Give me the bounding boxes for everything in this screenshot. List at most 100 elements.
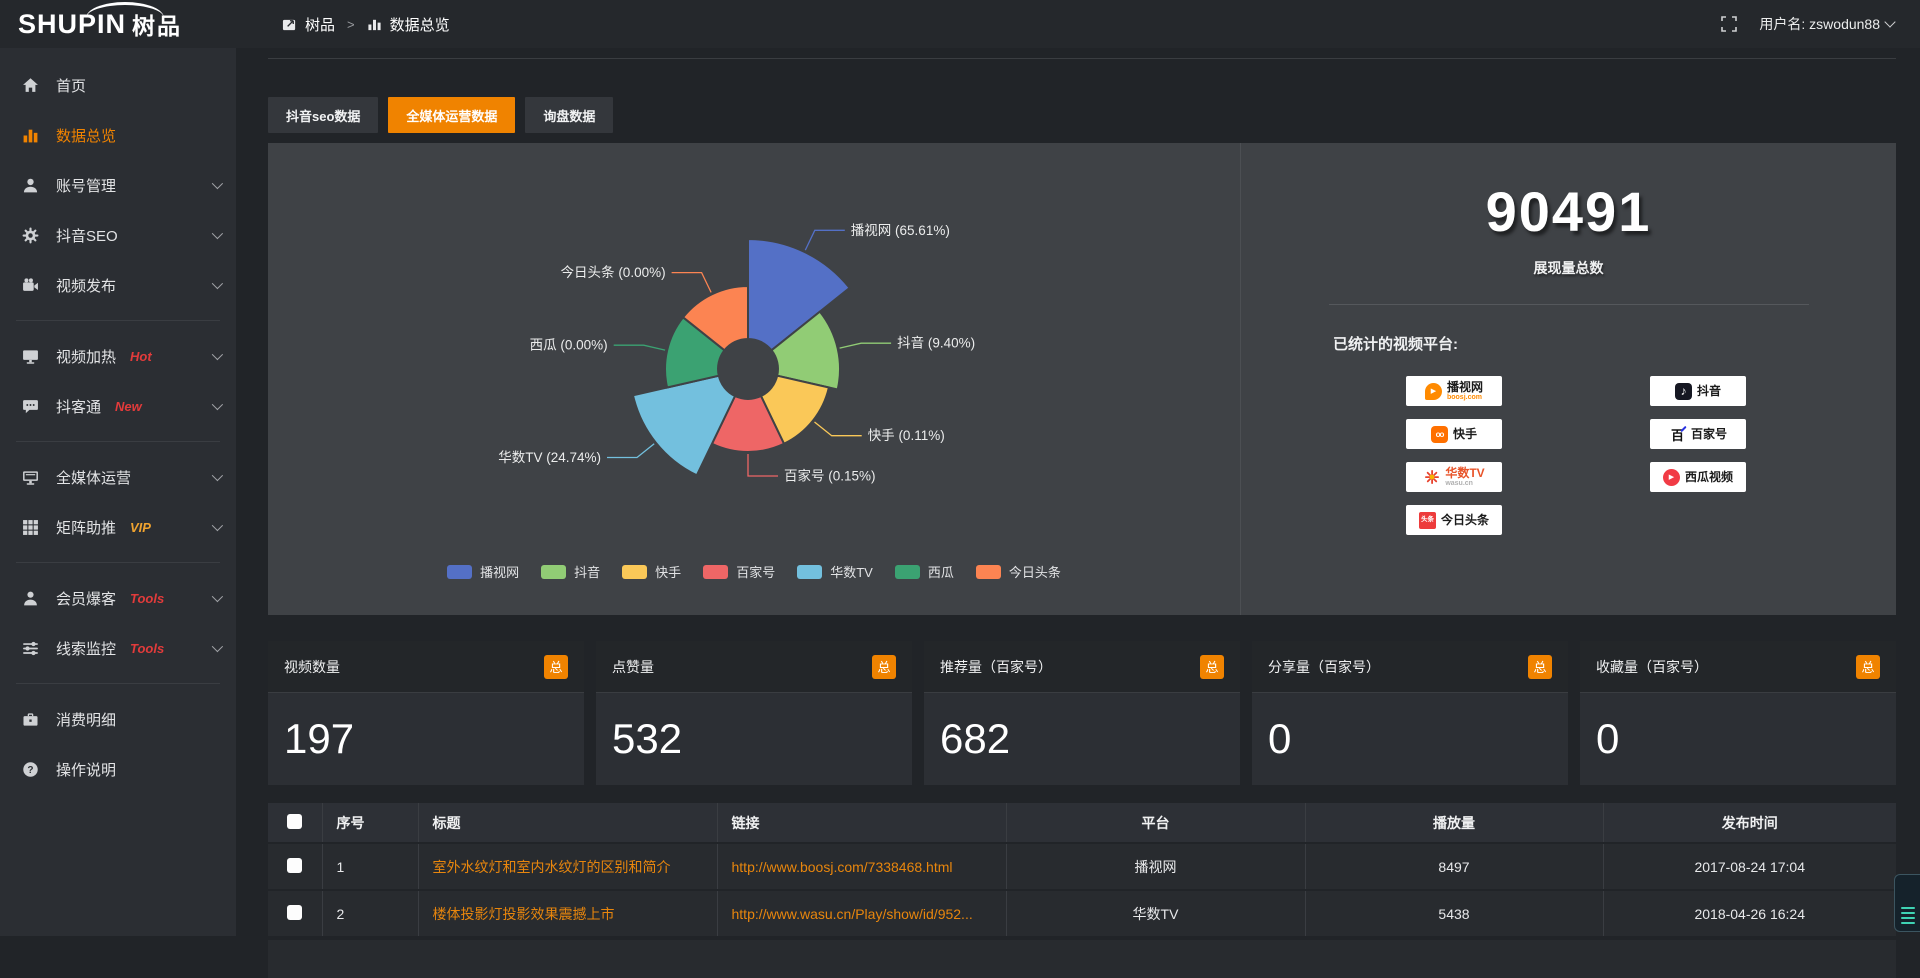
chevron-down-icon (212, 178, 223, 189)
stat-card-点赞量: 点赞量总532 (596, 641, 912, 785)
sidebar-item-member-burst[interactable]: 会员爆客Tools (0, 573, 236, 623)
legend-item-快手[interactable]: 快手 (622, 562, 681, 581)
tab-douyin-seo-data[interactable]: 抖音seo数据 (268, 97, 378, 133)
cell-platform: 播视网 (1006, 843, 1305, 890)
sidebar-item-video-publish[interactable]: 视频发布 (0, 260, 236, 310)
sidebar-item-home[interactable]: 首页 (0, 60, 236, 110)
sidebar-item-account[interactable]: 账号管理 (0, 160, 236, 210)
platform-badge-快手: oo快手 (1406, 419, 1502, 449)
app-logo: SHUPIN 树品 (0, 0, 236, 48)
pie-label: 今日头条 (0.00%) (561, 264, 666, 280)
sliders-icon (22, 640, 42, 657)
sidebar-item-label: 抖音SEO (56, 225, 118, 246)
cell-title-link[interactable]: 室外水纹灯和室内水纹灯的区别和简介 (418, 843, 717, 890)
legend-swatch (541, 565, 566, 579)
screen-icon (22, 348, 42, 365)
legend-item-西瓜[interactable]: 西瓜 (895, 562, 954, 581)
rose-pie-chart: 播视网 (65.61%)抖音 (9.40%)快手 (0.11%)百家号 (0.1… (268, 143, 1240, 615)
legend-swatch (622, 565, 647, 579)
pie-label-line (614, 345, 665, 350)
platform-badge-今日头条: 头条今日头条 (1406, 505, 1502, 535)
tab-inquiry-data[interactable]: 询盘数据 (525, 97, 613, 133)
logo-arc-decoration (86, 2, 164, 18)
legend-swatch (447, 565, 472, 579)
legend-item-播视网[interactable]: 播视网 (447, 562, 519, 581)
legend-item-抖音[interactable]: 抖音 (541, 562, 600, 581)
user-menu[interactable]: 用户名: zswodun88 (1759, 14, 1894, 34)
cell-title-link[interactable]: 楼体投影灯投影效果震撼上市 (418, 890, 717, 937)
sidebar-item-help[interactable]: ?操作说明 (0, 744, 236, 794)
platform-badge-name: 快手 (1453, 428, 1477, 441)
video-camera-icon (22, 277, 42, 294)
sidebar-item-label: 矩阵助推 (56, 517, 116, 538)
chevron-down-icon (212, 278, 223, 289)
legend-item-百家号[interactable]: 百家号 (703, 562, 775, 581)
service-float-widget[interactable] (1894, 874, 1920, 932)
fullscreen-icon[interactable] (1721, 16, 1737, 32)
total-badge: 总 (1528, 655, 1552, 679)
sidebar-item-label: 消费明细 (56, 709, 116, 730)
sidebar-item-douketong[interactable]: 抖客通New (0, 381, 236, 431)
sidebar-item-data-overview[interactable]: 数据总览 (0, 110, 236, 160)
legend-item-华数TV[interactable]: 华数TV (797, 562, 873, 581)
home-icon (22, 77, 42, 94)
summary-divider (1329, 304, 1809, 305)
breadcrumb-root[interactable]: 树品 (305, 14, 335, 35)
sidebar: 首页数据总览账号管理抖音SEO视频发布视频加热Hot抖客通New全媒体运营矩阵助… (0, 48, 236, 936)
sidebar-item-tag: Hot (130, 349, 152, 364)
sidebar-item-clue-monitor[interactable]: 线索监控Tools (0, 623, 236, 673)
cell-views: 8497 (1305, 843, 1603, 890)
sidebar-item-media-ops[interactable]: 全媒体运营 (0, 452, 236, 502)
legend-label: 快手 (655, 562, 681, 581)
chart-legend: 播视网 抖音 快手 百家号 华数TV 西瓜 今日头条 (268, 562, 1240, 581)
col-header: 发布时间 (1603, 803, 1896, 843)
wasu-star-icon (1423, 469, 1440, 486)
legend-item-今日头条[interactable]: 今日头条 (976, 562, 1061, 581)
sidebar-divider (16, 683, 220, 684)
chevron-down-icon (212, 228, 223, 239)
user-icon (22, 177, 42, 194)
legend-swatch (797, 565, 822, 579)
pie-label-line (805, 230, 845, 250)
sidebar-item-label: 视频加热 (56, 346, 116, 367)
sidebar-nav: 首页数据总览账号管理抖音SEO视频发布视频加热Hot抖客通New全媒体运营矩阵助… (0, 60, 236, 794)
chart-panel: 播视网 (65.61%)抖音 (9.40%)快手 (0.11%)百家号 (0.1… (268, 143, 1896, 615)
table-header-row: 序号标题链接平台播放量发布时间 (268, 803, 1896, 843)
legend-label: 抖音 (574, 562, 600, 581)
xigua-icon: ▶ (1663, 469, 1680, 486)
platform-badge-百家号: 百百家号 (1650, 419, 1746, 449)
sidebar-item-video-heat[interactable]: 视频加热 Hot (0, 331, 236, 381)
platform-badge-抖音: ♪抖音 (1650, 376, 1746, 406)
pie-label: 西瓜 (0.00%) (530, 338, 608, 353)
stat-card-header: 推荐量（百家号）总 (924, 641, 1240, 693)
sidebar-item-matrix-boost[interactable]: 矩阵助推VIP (0, 502, 236, 552)
tab-media-ops-data[interactable]: 全媒体运营数据 (388, 97, 515, 133)
grid-icon (22, 519, 42, 536)
cell-url-link[interactable]: http://www.wasu.cn/Play/show/id/952... (717, 890, 1006, 937)
sidebar-item-douyin-seo[interactable]: 抖音SEO (0, 210, 236, 260)
cell-no: 1 (322, 843, 418, 890)
pie-label-line (672, 273, 712, 293)
stat-card-title: 推荐量（百家号） (940, 657, 1052, 677)
row-checkbox[interactable] (287, 905, 302, 920)
chevron-down-icon (212, 399, 223, 410)
select-all-checkbox[interactable] (287, 814, 302, 829)
pie-label-line (748, 454, 778, 476)
row-checkbox[interactable] (287, 858, 302, 873)
sidebar-item-consume[interactable]: 消费明细 (0, 694, 236, 744)
breadcrumb-current[interactable]: 数据总览 (390, 14, 450, 35)
monitor-icon (22, 469, 42, 486)
table-row: 1室外水纹灯和室内水纹灯的区别和简介http://www.boosj.com/7… (268, 843, 1896, 890)
legend-label: 百家号 (736, 562, 775, 581)
chevron-down-icon (212, 520, 223, 531)
pie-label: 华数TV (24.74%) (498, 450, 601, 465)
cell-time: 2017-08-24 17:04 (1603, 843, 1896, 890)
table-next-row-partial (268, 938, 1896, 978)
col-header: 平台 (1006, 803, 1305, 843)
cell-url-link[interactable]: http://www.boosj.com/7338468.html (717, 843, 1006, 890)
stat-card-分享量（百家号）: 分享量（百家号）总0 (1252, 641, 1568, 785)
stat-card-title: 收藏量（百家号） (1596, 657, 1708, 677)
main-content: 抖音seo数据全媒体运营数据询盘数据 播视网 (65.61%)抖音 (9.40%… (236, 48, 1920, 978)
person-icon (22, 590, 42, 607)
pie-slice-华数TV[interactable] (633, 376, 735, 476)
